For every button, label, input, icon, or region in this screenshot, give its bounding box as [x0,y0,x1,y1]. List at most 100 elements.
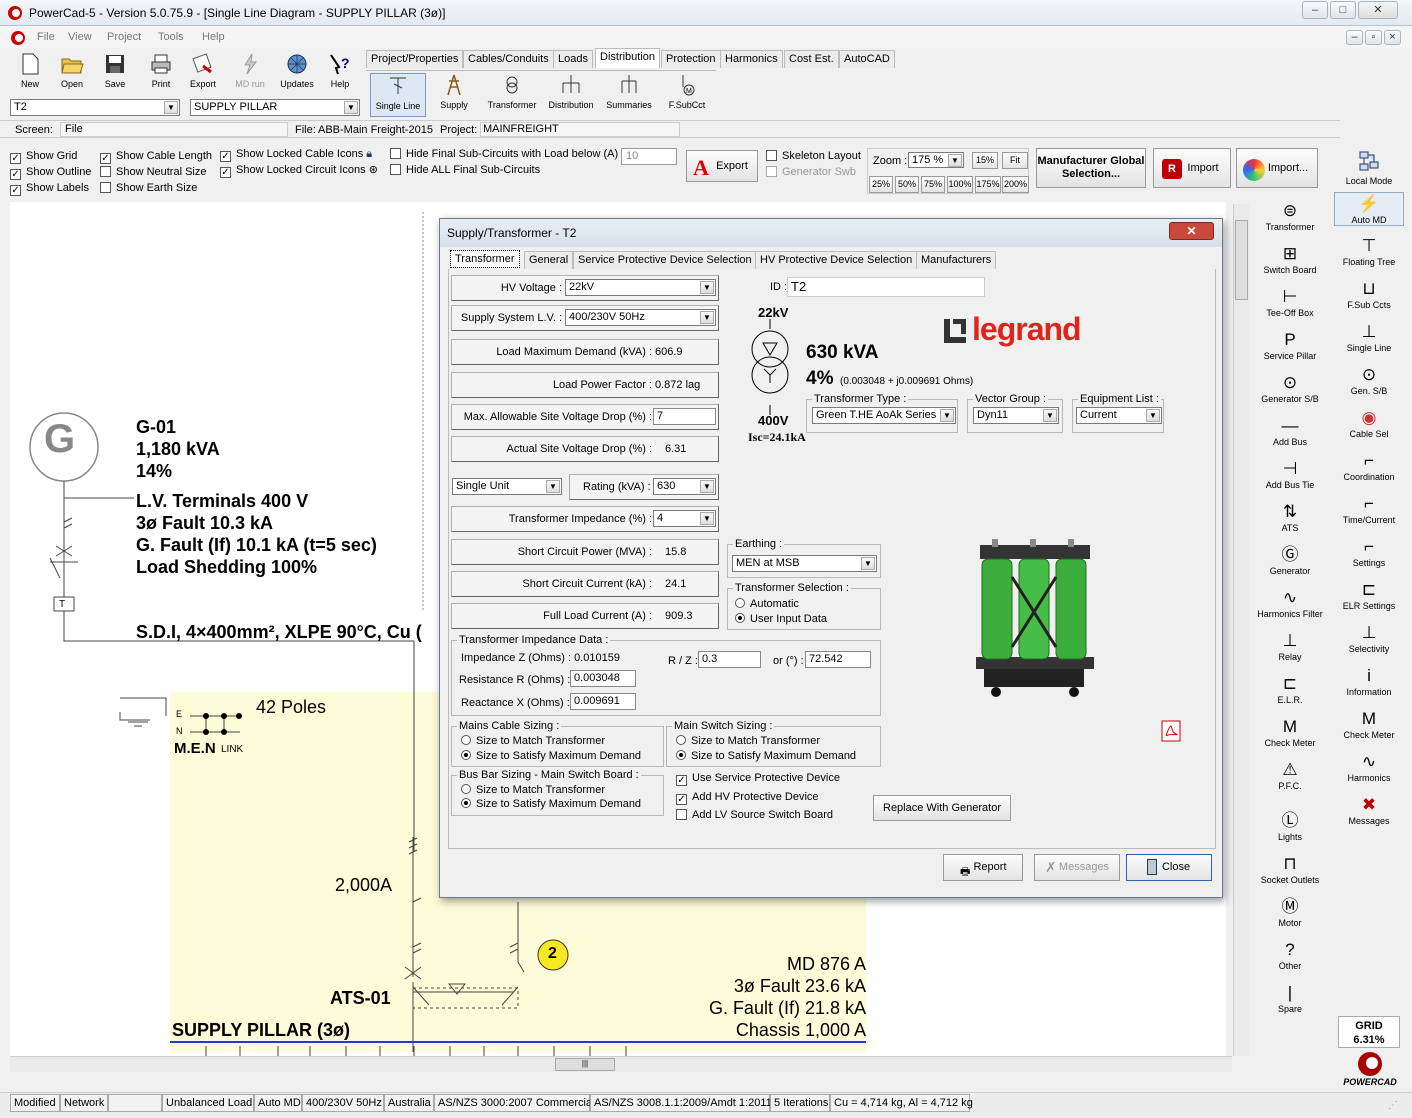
checkbox[interactable]: ✓ [676,794,687,805]
reactance-input[interactable]: 0.009691 [570,693,636,710]
max-vd-input[interactable]: 7 [653,408,716,425]
pdf-icon[interactable] [1160,719,1182,743]
tab-transformer[interactable]: Transformer [450,250,520,268]
skeleton-layout-check[interactable]: Skeleton Layout [766,148,861,164]
unit-select[interactable]: Single Unit ▼ [452,478,562,495]
vertical-scrollbar[interactable] [1233,204,1249,1056]
checkbox[interactable]: ✓ [220,151,231,162]
horizontal-scrollbar[interactable]: ||| [10,1056,1232,1072]
tool-motor[interactable]: Ⓜ Motor [1255,896,1325,928]
print-button[interactable]: Print [141,52,181,89]
zoom-preset-button[interactable]: 200% [1002,176,1029,193]
checkbox[interactable]: ✓ [220,167,231,178]
tool-generator-s-b[interactable]: ⊙ Generator S/B [1255,372,1325,404]
tool-settings[interactable]: ⌐ Settings [1334,536,1404,568]
show-outline-check[interactable]: ✓ Show Outline [10,164,91,180]
tool-relay[interactable]: ⊥ Relay [1255,630,1325,662]
supply-tool[interactable]: Supply [432,73,476,110]
menu-view[interactable]: View [68,31,92,43]
radio[interactable] [676,750,686,760]
show-cable-length-check[interactable]: ✓ Show Cable Length [100,148,212,164]
zoom-fit-button[interactable]: Fit [1002,152,1028,169]
vector-group-select[interactable]: Dyn11 ▼ [973,407,1059,424]
tab-cost-est[interactable]: Cost Est. [784,50,839,68]
updates-button[interactable]: Updates [277,52,317,89]
maximize-button[interactable]: □ [1330,1,1356,19]
tool-information[interactable]: i Information [1334,665,1404,697]
board-select-left[interactable]: T2 ▼ [10,99,180,116]
distribution-tool[interactable]: Distribution [544,73,598,110]
mdi-minimize-button[interactable]: – [1346,30,1363,45]
close-button[interactable]: Close [1126,854,1212,881]
earthing-select[interactable]: MEN at MSB ▼ [732,555,877,572]
messages-button[interactable]: ✗ Messages [1034,854,1120,881]
tool-harmonics-filter[interactable]: ∿ Harmonics Filter [1255,587,1325,619]
tab-distribution[interactable]: Distribution [595,48,661,68]
tool-e-l-r[interactable]: ⊏ E.L.R. [1255,673,1325,705]
transformer-tool[interactable]: Transformer [484,73,540,110]
tool-time-current[interactable]: ⌐ Time/Current [1334,493,1404,525]
checkbox[interactable] [390,148,401,159]
tool-coordination[interactable]: ⌐ Coordination [1334,450,1404,482]
tool-ats[interactable]: ⇅ ATS [1255,501,1325,533]
angle-input[interactable]: 72.542 [805,651,871,668]
fsubcct-tool[interactable]: M F.SubCct [662,73,712,110]
equipment-list-select[interactable]: Current ▼ [1076,407,1162,424]
zoom-preset-button[interactable]: 175% [975,176,1001,193]
checkbox[interactable] [100,166,111,177]
checkbox[interactable]: ✓ [10,153,21,164]
report-button[interactable]: 🖶︎ Report [943,854,1023,881]
radio[interactable] [735,598,745,608]
export-pdf-button[interactable]: A Export [686,150,758,182]
checkbox[interactable]: ✓ [676,775,687,786]
zoom-preset-button[interactable]: 25% [869,176,893,193]
tab-general[interactable]: General [524,251,574,269]
horizontal-scroll-thumb[interactable]: ||| [555,1058,615,1071]
checkbox[interactable]: ✓ [100,153,111,164]
load-below-input[interactable]: 10 [621,148,677,165]
checkbox[interactable] [100,182,111,193]
tool-check-meter[interactable]: M Check Meter [1255,716,1325,748]
show-locked-cable-icons-check[interactable]: ✓ Show Locked Cable Icons 🔒︎ [220,146,378,162]
tool-floating-tree[interactable]: ⊤ Floating Tree [1334,235,1404,267]
mains-match-radio[interactable]: Size to Match Transformer [461,735,605,747]
tool-transformer[interactable]: ⊜ Transformer [1255,200,1325,232]
show-neutral-size-check[interactable]: Show Neutral Size [100,164,212,180]
tab-harmonics[interactable]: Harmonics [720,50,783,68]
id-input[interactable]: T2 [787,277,985,297]
tool-add-bus[interactable]: — Add Bus [1255,415,1325,447]
radio[interactable] [461,798,471,808]
mdi-close-button[interactable]: × [1384,30,1401,45]
busbar-md-radio[interactable]: Size to Satisfy Maximum Demand [461,798,641,810]
show-locked-circuit-icons-check[interactable]: ✓ Show Locked Circuit Icons ⊛ [220,162,378,178]
switch-match-radio[interactable]: Size to Match Transformer [676,735,820,747]
radio[interactable] [461,750,471,760]
radio[interactable] [676,735,686,745]
rz-input[interactable]: 0.3 [698,651,761,668]
generator-swb-check[interactable]: Generator Swb [766,164,861,180]
save-button[interactable]: Save [95,52,135,89]
tab-service-protective-device[interactable]: Service Protective Device Selection [573,251,757,269]
tool-f-sub-ccts[interactable]: ⊔ F.Sub Ccts [1334,278,1404,310]
tab-loads[interactable]: Loads [553,50,593,68]
summaries-tool[interactable]: Summaries [602,73,656,110]
rating-select[interactable]: 630 ▼ [653,478,716,495]
tool-socket-outlets[interactable]: ⊓ Socket Outlets [1255,853,1325,885]
open-button[interactable]: Open [52,52,92,89]
zoom-15-button[interactable]: 15% [972,152,998,169]
tool-elr-settings[interactable]: ⊏ ELR Settings [1334,579,1404,611]
tab-autocad[interactable]: AutoCAD [839,50,895,68]
checkbox[interactable] [676,809,687,820]
hv-voltage-select[interactable]: 22kV ▼ [565,279,716,296]
radio[interactable] [735,613,745,623]
tool-spare[interactable]: | Spare [1255,982,1325,1014]
tool-switch-board[interactable]: ⊞ Switch Board [1255,243,1325,275]
board-select-right[interactable]: SUPPLY PILLAR ▼ [190,99,360,116]
tool-other[interactable]: ? Other [1255,939,1325,971]
tool-harmonics[interactable]: ∿ Harmonics [1334,751,1404,783]
tool-selectivity[interactable]: ⊥ Selectivity [1334,622,1404,654]
tool-auto-md[interactable]: ⚡ Auto MD [1334,192,1404,226]
md-run-button[interactable]: MD run [230,52,270,89]
tab-protection[interactable]: Protection [661,50,721,68]
checkbox[interactable] [390,164,401,175]
